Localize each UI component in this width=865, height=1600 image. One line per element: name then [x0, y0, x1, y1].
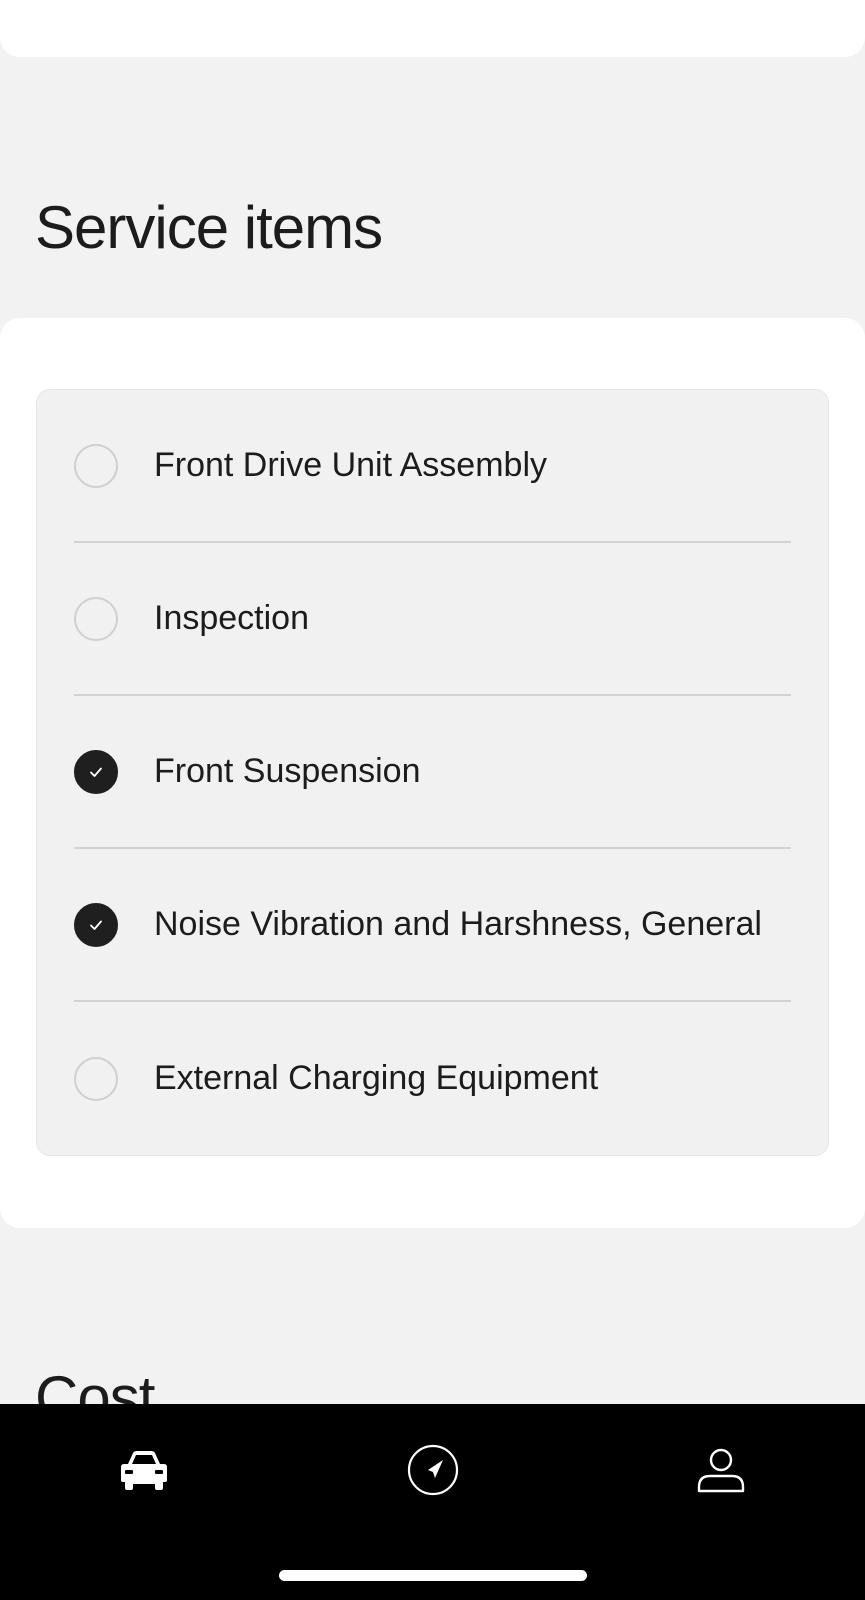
checkmark-icon — [90, 920, 102, 930]
unchecked-circle-icon[interactable] — [74, 443, 118, 488]
service-items-list: Front Drive Unit Assembly Inspection Fro… — [36, 389, 829, 1156]
service-item-noise-vibration-harshness[interactable]: Noise Vibration and Harshness, General — [74, 849, 791, 1002]
navigation-icon — [407, 1444, 459, 1496]
service-item-external-charging-equipment[interactable]: External Charging Equipment — [74, 1002, 791, 1155]
service-items-title: Service items — [35, 194, 383, 261]
tab-account[interactable] — [681, 1440, 761, 1500]
checkmark-icon — [90, 767, 102, 777]
account-icon — [697, 1448, 745, 1493]
checked-circle-icon[interactable] — [74, 902, 118, 947]
service-item-label: External Charging Equipment — [154, 1059, 599, 1097]
service-item-label: Front Drive Unit Assembly — [154, 446, 547, 484]
service-item-front-drive-unit-assembly[interactable]: Front Drive Unit Assembly — [74, 390, 791, 543]
tab-navigation[interactable] — [393, 1440, 473, 1500]
previous-section-card — [0, 0, 865, 57]
service-item-inspection[interactable]: Inspection — [74, 543, 791, 696]
service-item-label: Front Suspension — [154, 752, 421, 790]
vehicle-icon — [121, 1451, 167, 1490]
service-items-card: Front Drive Unit Assembly Inspection Fro… — [0, 318, 865, 1228]
service-item-label: Inspection — [154, 599, 309, 637]
service-item-label: Noise Vibration and Harshness, General — [154, 905, 762, 943]
bottom-tab-bar — [0, 1404, 865, 1600]
home-indicator[interactable] — [279, 1570, 587, 1581]
tab-vehicle[interactable] — [104, 1440, 184, 1500]
checked-circle-icon[interactable] — [74, 749, 118, 794]
service-item-front-suspension[interactable]: Front Suspension — [74, 696, 791, 849]
screen: Service items Front Drive Unit Assembly … — [0, 0, 865, 1600]
unchecked-circle-icon[interactable] — [74, 1056, 118, 1101]
unchecked-circle-icon[interactable] — [74, 596, 118, 641]
